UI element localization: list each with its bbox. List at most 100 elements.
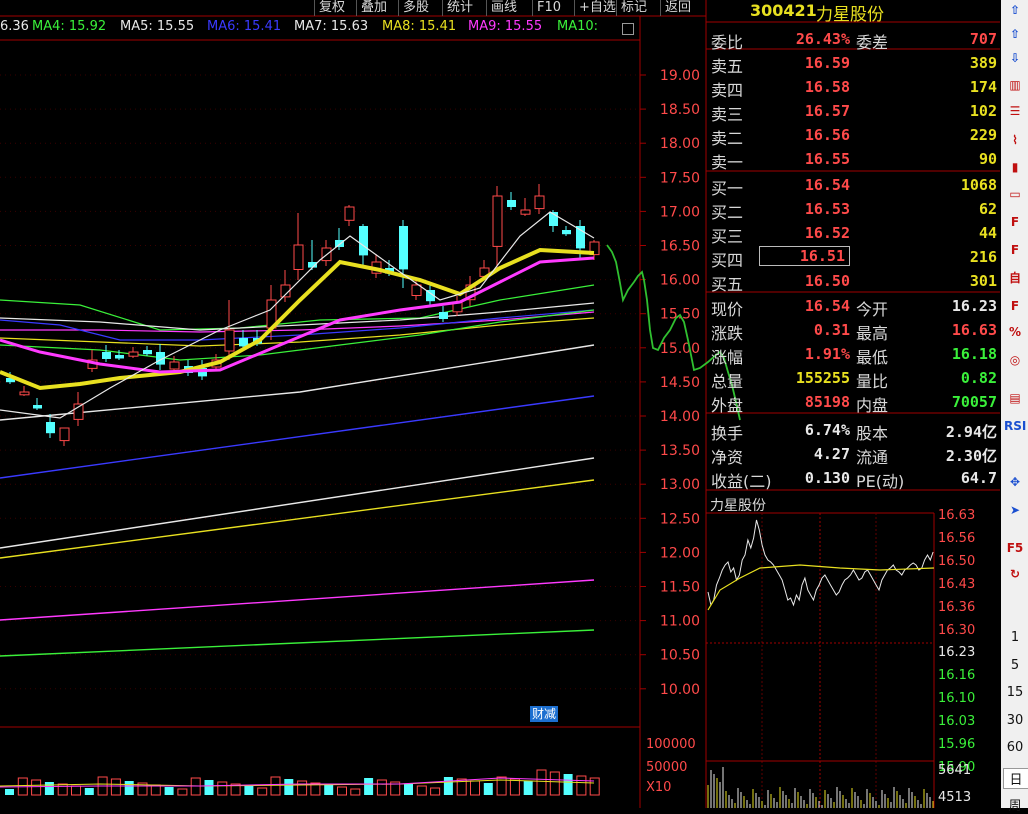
list-icon[interactable]: ☰	[1004, 101, 1026, 121]
bid-price[interactable]: 16.50	[805, 272, 850, 290]
ask-row: 卖一 16.55 90	[708, 147, 1000, 172]
price-axis-label: 14.50	[660, 375, 700, 391]
toolbar-btn-5[interactable]: F10	[532, 0, 574, 16]
weibi-label: 委比	[711, 33, 744, 52]
period-日[interactable]: 日	[1003, 768, 1028, 789]
ma-line	[0, 395, 595, 479]
candle-body-up	[59, 427, 70, 442]
bid-price[interactable]: 16.53	[805, 200, 850, 218]
candle-body-down	[507, 200, 516, 207]
toolbar-btn-8[interactable]: 返回	[660, 0, 706, 16]
chart-icon[interactable]: ⌇	[1004, 130, 1026, 150]
ask-price[interactable]: 16.59	[805, 54, 850, 72]
window-icon[interactable]: ▭	[1004, 184, 1026, 204]
bid-price[interactable]: 16.54	[805, 176, 850, 194]
stat-label: 最高	[856, 324, 889, 343]
up-arrow-icon[interactable]: ⇧	[1004, 24, 1026, 44]
period-1[interactable]: 1	[1003, 630, 1027, 645]
volume-bar-up	[536, 769, 547, 796]
ask-price[interactable]: 16.56	[805, 126, 850, 144]
period-30[interactable]: 30	[1003, 713, 1027, 728]
ask-price[interactable]: 16.58	[805, 78, 850, 96]
bid-price[interactable]: 16.51	[758, 246, 850, 266]
weibi-row: 委比 26.43% 委差 707	[708, 27, 1000, 52]
toolbar-btn-3[interactable]: 统计	[442, 0, 486, 16]
pointer-icon[interactable]: ➤	[1004, 500, 1026, 520]
move-icon[interactable]: ✥	[1004, 472, 1026, 492]
ma-legend-item: MA7: 15.63	[294, 19, 369, 34]
finance-badge[interactable]: 财减	[530, 706, 559, 722]
stat-value: 0.130	[804, 469, 850, 487]
candle-body-down	[562, 230, 571, 235]
period-周[interactable]: 周	[1003, 795, 1027, 814]
self-select-icon[interactable]: 自	[1004, 268, 1026, 288]
toolbar-btn-0[interactable]: 复权	[314, 0, 356, 16]
ask-volume: 90	[978, 150, 997, 168]
stat-value: 155255	[795, 369, 850, 387]
bid-row: 买一 16.54 1068	[708, 173, 1000, 198]
period-5[interactable]: 5	[1003, 658, 1027, 673]
toolbar-btn-4[interactable]: 画线	[486, 0, 532, 16]
fiz-icon[interactable]: F	[1004, 296, 1026, 316]
reload-icon[interactable]: ↻	[1004, 564, 1026, 584]
volume-bar-up	[509, 778, 520, 796]
stat-row: 换手 6.74% 股本 2.94亿	[708, 418, 1000, 443]
volume-bar-up	[110, 778, 121, 796]
volume-bar-down	[284, 779, 294, 795]
refresh-icon[interactable]: ◎	[1004, 350, 1026, 370]
price-axis-label: 15.00	[660, 341, 700, 357]
stat-label: 今开	[856, 300, 889, 319]
ask-label: 卖四	[711, 81, 744, 100]
intraday-title: 力星股份	[710, 498, 766, 514]
up-arrow-icon[interactable]: ⇧	[1004, 0, 1026, 20]
fund-flow-icon[interactable]: ▤	[1004, 388, 1026, 408]
volume-bar-down	[523, 781, 533, 795]
toolbar-btn-2[interactable]: 多股	[398, 0, 442, 16]
stat-row: 涨幅 1.91% 最低 16.18	[708, 342, 1000, 367]
intraday-price-label: 16.10	[938, 691, 976, 707]
ask-price[interactable]: 16.57	[805, 102, 850, 120]
bid-label: 买三	[711, 227, 744, 246]
stat-row: 净资 4.27 流通 2.30亿	[708, 442, 1000, 467]
ask-row: 卖二 16.56 229	[708, 123, 1000, 148]
candle-body-down	[46, 422, 55, 434]
ask-price[interactable]: 16.55	[805, 150, 850, 168]
volume-bar-up	[31, 779, 42, 796]
toolbar-btn-1[interactable]: 叠加	[356, 0, 398, 16]
percent-icon[interactable]: %	[1004, 322, 1026, 342]
volume-bar-down	[84, 788, 94, 795]
quote-header: 300421 力星股份	[708, 0, 1000, 25]
ma-legend-item: 6.36	[0, 19, 29, 34]
price-axis-label: 11.00	[660, 614, 700, 630]
volume-axis-label: 50000	[646, 760, 687, 775]
window-toggle-icon[interactable]	[622, 23, 634, 35]
ask-label: 卖二	[711, 129, 744, 148]
period-60[interactable]: 60	[1003, 740, 1027, 755]
bid-price[interactable]: 16.52	[805, 224, 850, 242]
weibi-value: 26.43%	[795, 30, 850, 48]
price-axis-label: 10.00	[660, 682, 700, 698]
candle-body-down	[359, 226, 368, 256]
toolbar-btn-6[interactable]: +自选	[574, 0, 616, 16]
kline-icon[interactable]: ▥	[1004, 75, 1026, 95]
period-15[interactable]: 15	[1003, 685, 1027, 700]
stat-label: 流通	[856, 448, 889, 467]
stat-label: 涨跌	[711, 324, 744, 343]
stat-label: 涨幅	[711, 348, 744, 367]
weicha-label: 委差	[856, 33, 889, 52]
ma-line	[0, 579, 595, 621]
f5-icon[interactable]: F5	[1004, 538, 1026, 558]
bid-volume: 62	[978, 200, 997, 218]
toolbar-btn-7[interactable]: 标记	[616, 0, 660, 16]
candle-body-down	[399, 226, 408, 270]
stat-row: 收益(二) 0.130 PE(动) 64.7	[708, 466, 1000, 491]
f-icon[interactable]: F	[1004, 240, 1026, 260]
volume-bar-down	[5, 789, 14, 795]
stat-value: 16.63	[951, 321, 997, 339]
down-arrow-icon[interactable]: ⇩	[1004, 48, 1026, 68]
candle-icon[interactable]: ▮	[1004, 157, 1026, 177]
price-axis-label: 17.50	[660, 170, 700, 186]
rsi-icon[interactable]: RSI	[1004, 416, 1026, 436]
f10-icon[interactable]: F	[1004, 212, 1026, 232]
candle-body-up	[224, 329, 235, 352]
